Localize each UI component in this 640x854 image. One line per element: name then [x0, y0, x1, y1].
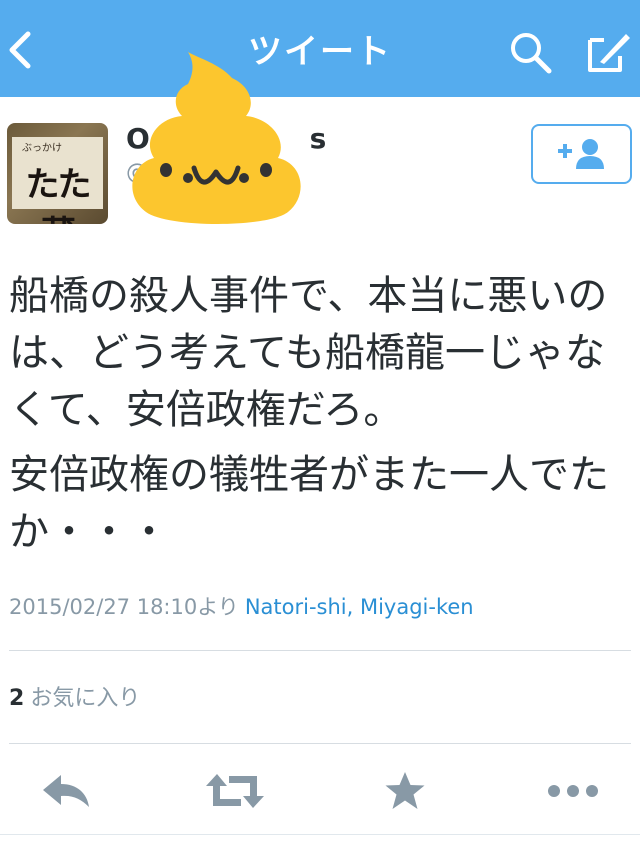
more-icon — [548, 785, 598, 797]
compose-button[interactable] — [586, 30, 632, 74]
divider — [9, 650, 631, 651]
reply-button[interactable] — [40, 768, 92, 814]
favorites-label: お気に入り — [30, 686, 141, 711]
tweet-paragraph-1: 船橋の殺人事件で、本当に悪いのは、どう考えても船橋龍一じゃなくて、安倍政権だろ。 — [9, 273, 608, 433]
avatar-sign-small-text: ぶっかけ — [22, 143, 62, 154]
user-name-trailing: s — [309, 122, 327, 155]
tweet-text: 船橋の殺人事件で、本当に悪いのは、どう考えても船橋龍一じゃなくて、安倍政権だろ。… — [9, 268, 629, 561]
search-button[interactable] — [506, 28, 554, 76]
censor-sticker-icon — [132, 52, 301, 224]
reply-icon — [43, 775, 89, 807]
avatar[interactable]: ぶっかけ たた蔵 — [7, 123, 108, 224]
compose-icon — [588, 34, 630, 72]
tweet-meta: 2015/02/27 18:10より Natori-shi, Miyagi-ken — [9, 591, 474, 621]
retweet-icon — [206, 774, 264, 808]
avatar-shop-sign: ぶっかけ たた蔵 — [12, 137, 103, 224]
retweet-button[interactable] — [204, 768, 266, 814]
follow-user-icon — [557, 139, 604, 169]
divider — [9, 743, 631, 744]
favorites-count[interactable]: 2 お気に入り — [9, 680, 140, 712]
more-button[interactable] — [546, 768, 600, 814]
star-icon — [385, 772, 425, 809]
search-icon — [511, 33, 552, 74]
navigation-bar: ツイート — [0, 0, 640, 97]
favorites-number: 2 — [9, 686, 25, 711]
favorite-button[interactable] — [382, 768, 428, 814]
avatar-sign-text: たた蔵 — [25, 165, 92, 224]
tweet-timestamp: 2015/02/27 18:10より — [9, 595, 239, 619]
divider — [0, 834, 640, 835]
tweet-paragraph-2: 安倍政権の犠牲者がまた一人でたか・・・ — [9, 452, 609, 555]
follow-button[interactable] — [531, 124, 632, 184]
tweet-location-link[interactable]: Natori-shi, Miyagi-ken — [245, 595, 474, 619]
